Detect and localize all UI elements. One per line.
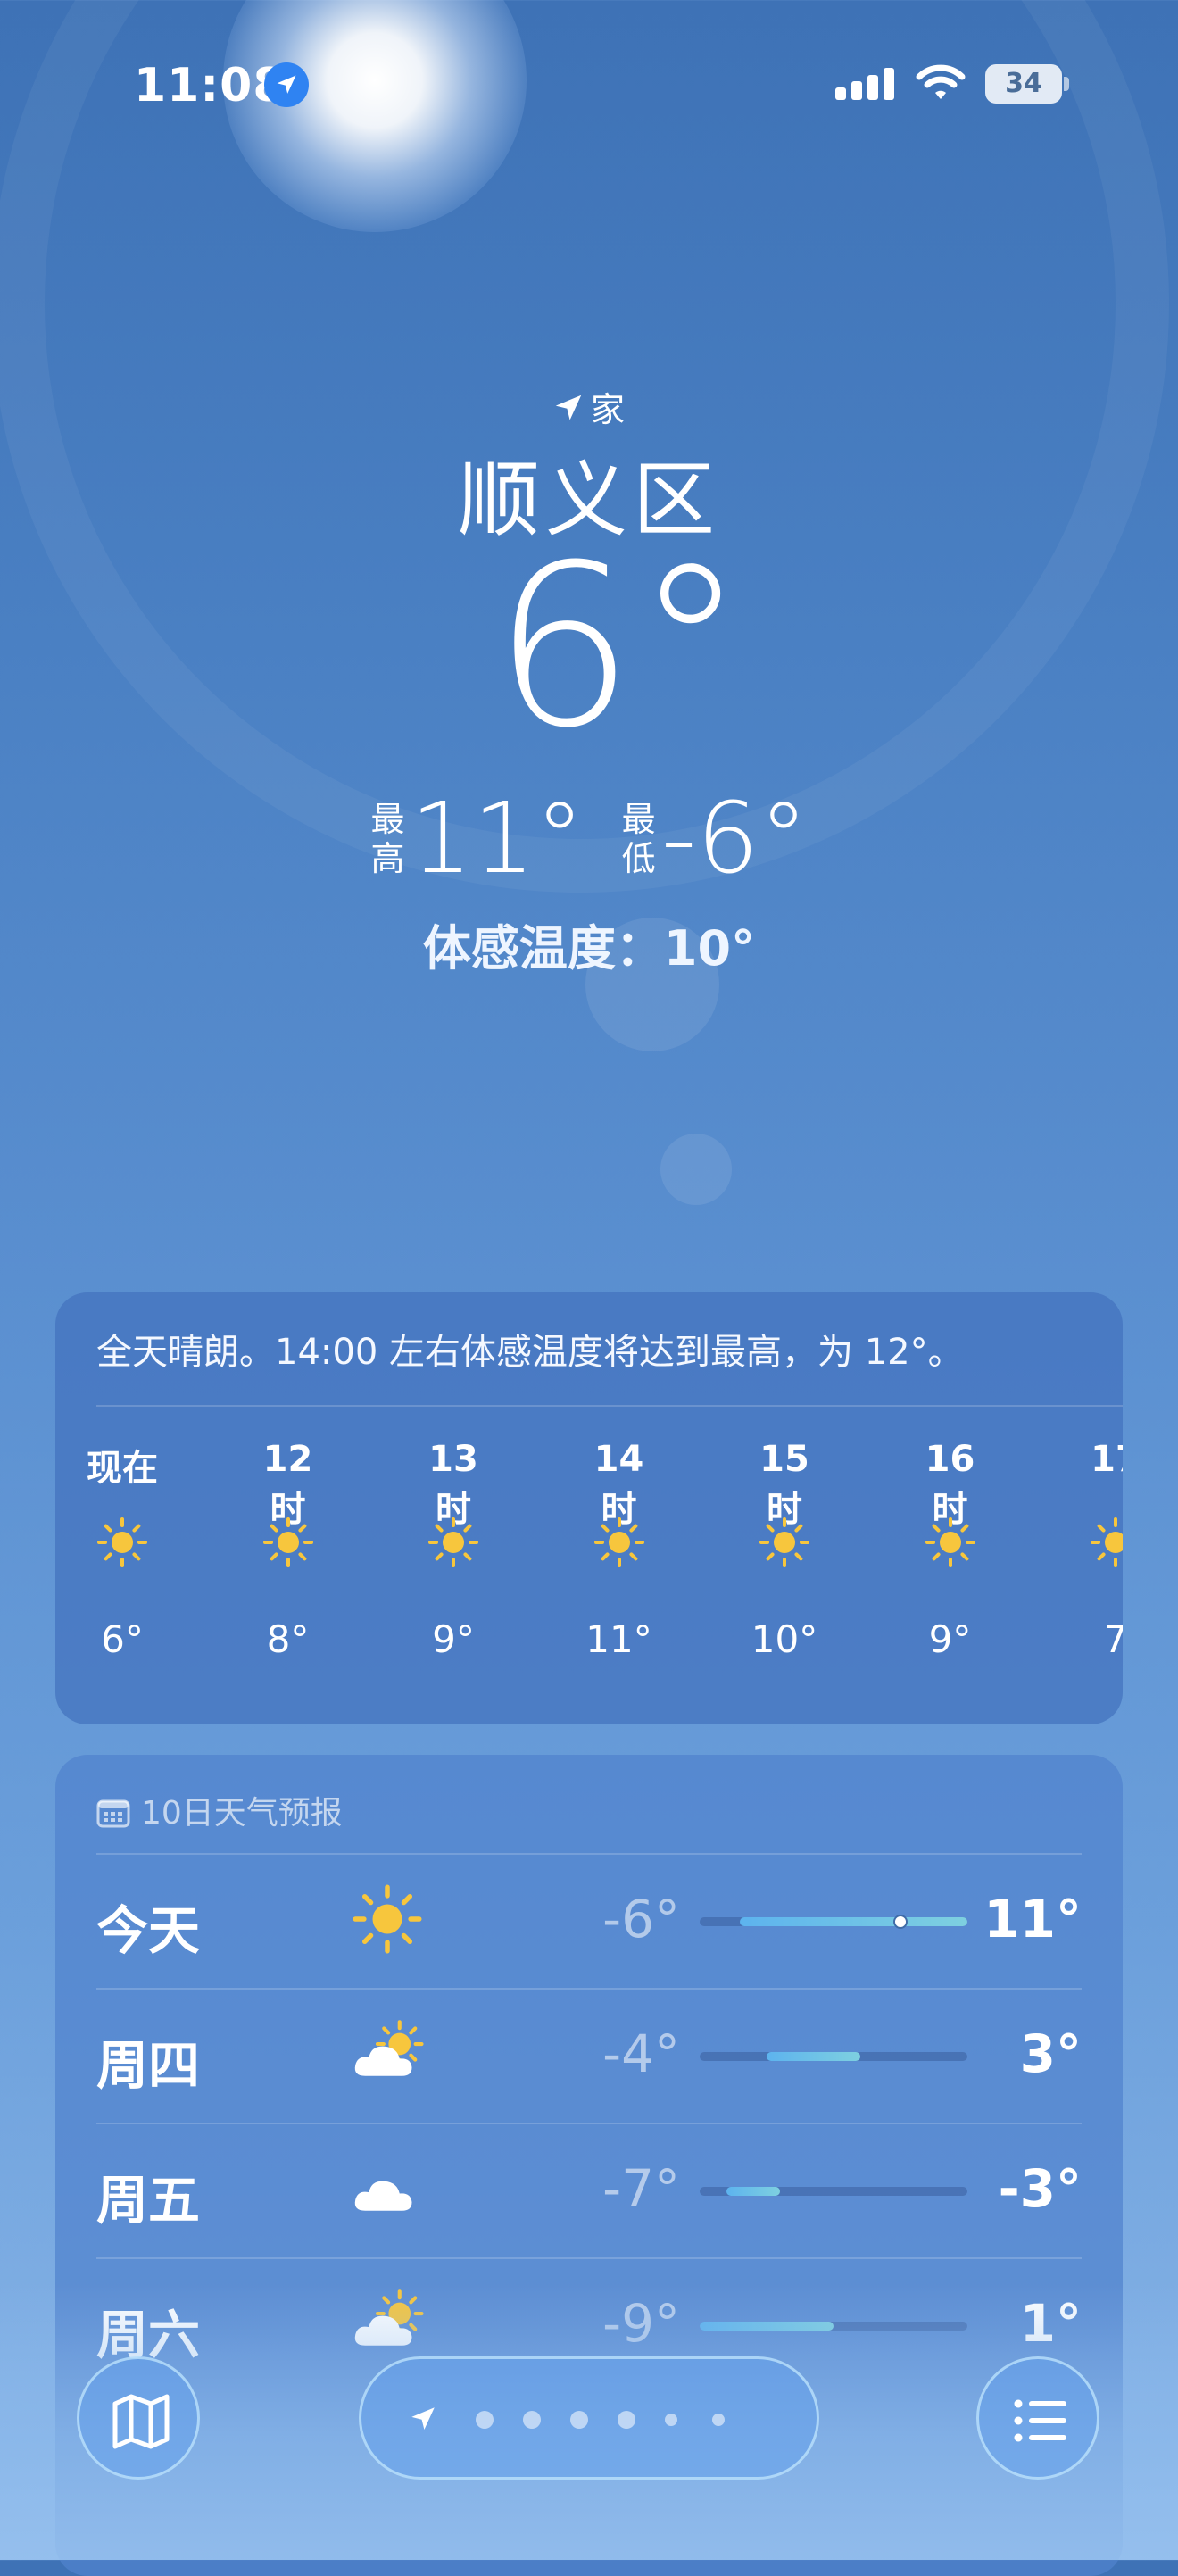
hourly-item: 14时 11°: [579, 1439, 660, 1661]
location-arrow-icon: [555, 395, 582, 420]
lens-flare: [660, 1134, 732, 1205]
high-temp-group: 最高 11°: [370, 789, 585, 887]
hour-temperature: 9°: [928, 1617, 972, 1661]
hour-temperature: 8°: [266, 1617, 310, 1661]
location-arrow-icon: [411, 2407, 435, 2431]
temperature-range-bar: [740, 1917, 967, 1926]
low-label: 最低: [621, 800, 656, 878]
divider: [96, 2257, 1082, 2259]
list-icon: [1014, 2399, 1066, 2442]
divider: [96, 1405, 1123, 1407]
hourly-item: 16时 9°: [910, 1439, 991, 1661]
sun-icon: [591, 1514, 648, 1575]
status-time: 11:08: [134, 59, 286, 112]
hour-label: 17: [1091, 1439, 1123, 1480]
day-low-temp: -7°: [602, 2158, 680, 2219]
location-pager[interactable]: [359, 2356, 819, 2480]
temperature-range-track: [700, 2052, 967, 2061]
daily-row[interactable]: 周四 -4° 3°: [55, 1988, 1123, 2122]
current-temp-marker: [893, 1915, 908, 1929]
hour-temperature: 11°: [585, 1617, 652, 1661]
weather-summary: 全天晴朗。14:00 左右体感温度将达到最高，为 12°。: [96, 1332, 964, 1373]
hour-temperature: 7: [1103, 1617, 1123, 1661]
cloud-icon: [348, 2149, 427, 2231]
hourly-item: 13时 9°: [413, 1439, 494, 1661]
temperature-range-track: [700, 2187, 967, 2196]
hourly-item: 现在 6°: [82, 1439, 162, 1661]
low-temp: -6°: [660, 781, 809, 895]
page-dot[interactable]: [476, 2411, 494, 2429]
high-label: 最高: [370, 800, 405, 878]
map-icon: [112, 2394, 170, 2449]
daily-forecast-header: 10日天气预报: [96, 1787, 343, 1833]
day-name: 今天: [96, 1900, 201, 1961]
cellular-signal-icon: [835, 68, 894, 100]
divider: [96, 1988, 1082, 1990]
location-tag-label: 家: [591, 390, 626, 429]
temperature-range-bar: [767, 2052, 860, 2061]
page-dot[interactable]: [523, 2411, 541, 2429]
sun-icon: [260, 1514, 317, 1575]
daily-row[interactable]: 今天 -6° 11°: [55, 1853, 1123, 1987]
calendar-icon: [96, 1799, 130, 1828]
sun-icon: [348, 1880, 427, 1962]
location-list-button[interactable]: [976, 2356, 1099, 2480]
sun-icon: [756, 1514, 813, 1575]
hour-temperature: 9°: [432, 1617, 475, 1661]
partly-cloudy-icon: [348, 2015, 427, 2097]
hourly-item: 12时 8°: [248, 1439, 328, 1661]
current-temperature: 6°: [493, 517, 747, 777]
day-high-temp: -3°: [998, 2158, 1082, 2219]
hourly-forecast-card[interactable]: 全天晴朗。14:00 左右体感温度将达到最高，为 12°。 现在 6° 12时 8° 1…: [55, 1292, 1123, 1724]
hour-temperature: 6°: [101, 1617, 144, 1661]
status-bar: 11:08 34: [0, 54, 1178, 116]
page-dot[interactable]: [712, 2414, 725, 2426]
hour-label: 现在: [87, 1448, 158, 1489]
divider: [96, 2123, 1082, 2124]
hour-temperature: 10°: [751, 1617, 818, 1661]
daily-row[interactable]: 周五 -7° -3°: [55, 2123, 1123, 2256]
sun-icon: [1087, 1514, 1123, 1575]
page-dot[interactable]: [570, 2411, 588, 2429]
divider: [96, 1853, 1082, 1855]
page-dot[interactable]: [618, 2411, 635, 2429]
day-low-temp: -6°: [602, 1889, 680, 1949]
temperature-range-bar: [726, 2187, 780, 2196]
location-tag: 家: [552, 382, 625, 431]
high-low-temps: 最高 11° 最低 -6°: [0, 789, 1178, 887]
day-name: 周五: [96, 2170, 201, 2231]
wifi-icon: [916, 64, 966, 99]
sun-icon: [425, 1514, 482, 1575]
hourly-item: 15时 10°: [744, 1439, 825, 1661]
temperature-range-track: [700, 1915, 967, 1929]
day-high-temp: 3°: [1019, 2023, 1082, 2084]
feels-like: 体感温度：10°: [422, 920, 756, 976]
day-low-temp: -4°: [602, 2023, 680, 2084]
sun-icon: [922, 1514, 979, 1575]
page-dot[interactable]: [665, 2414, 677, 2426]
hourly-item: 17 7: [1075, 1439, 1123, 1661]
daily-forecast-title: 10日天气预报: [141, 1795, 343, 1832]
day-high-temp: 11°: [983, 1889, 1082, 1949]
location-arrow-icon: [264, 62, 309, 107]
map-button[interactable]: [77, 2356, 200, 2480]
high-temp: 11°: [410, 781, 585, 895]
battery-tip: [1064, 77, 1069, 91]
low-temp-group: 最低 -6°: [621, 789, 809, 887]
day-name: 周四: [96, 2035, 201, 2096]
sun-icon: [94, 1514, 151, 1575]
battery-icon: 34: [985, 64, 1062, 104]
